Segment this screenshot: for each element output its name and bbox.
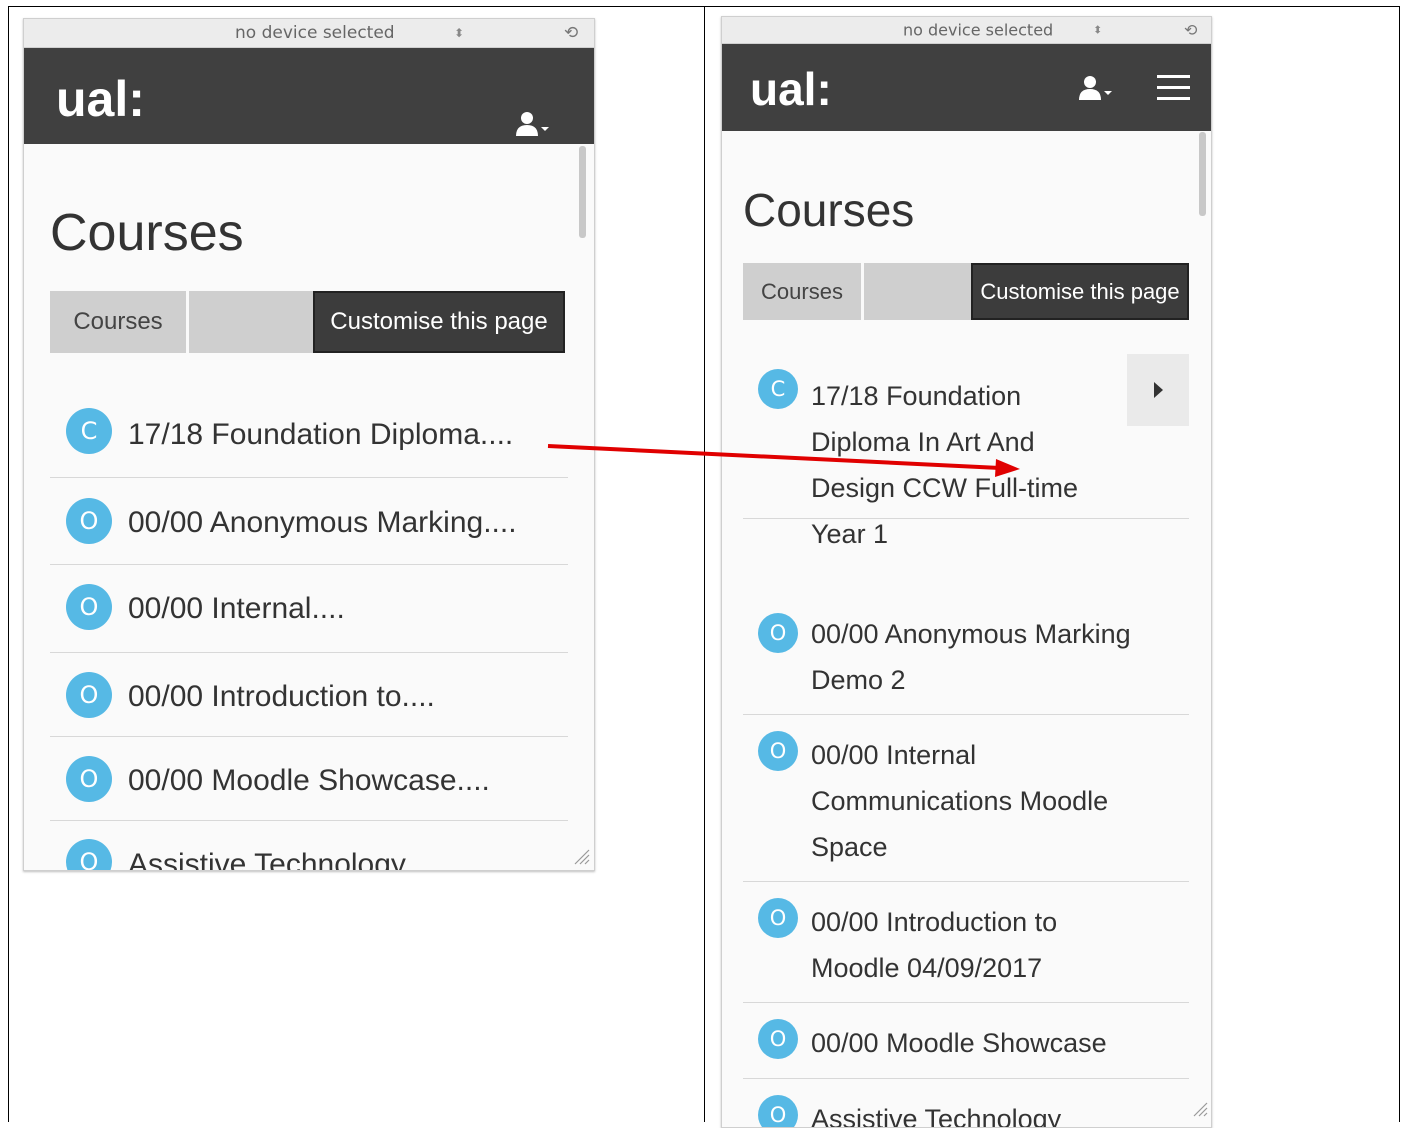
annotation-arrow bbox=[547, 444, 1020, 477]
